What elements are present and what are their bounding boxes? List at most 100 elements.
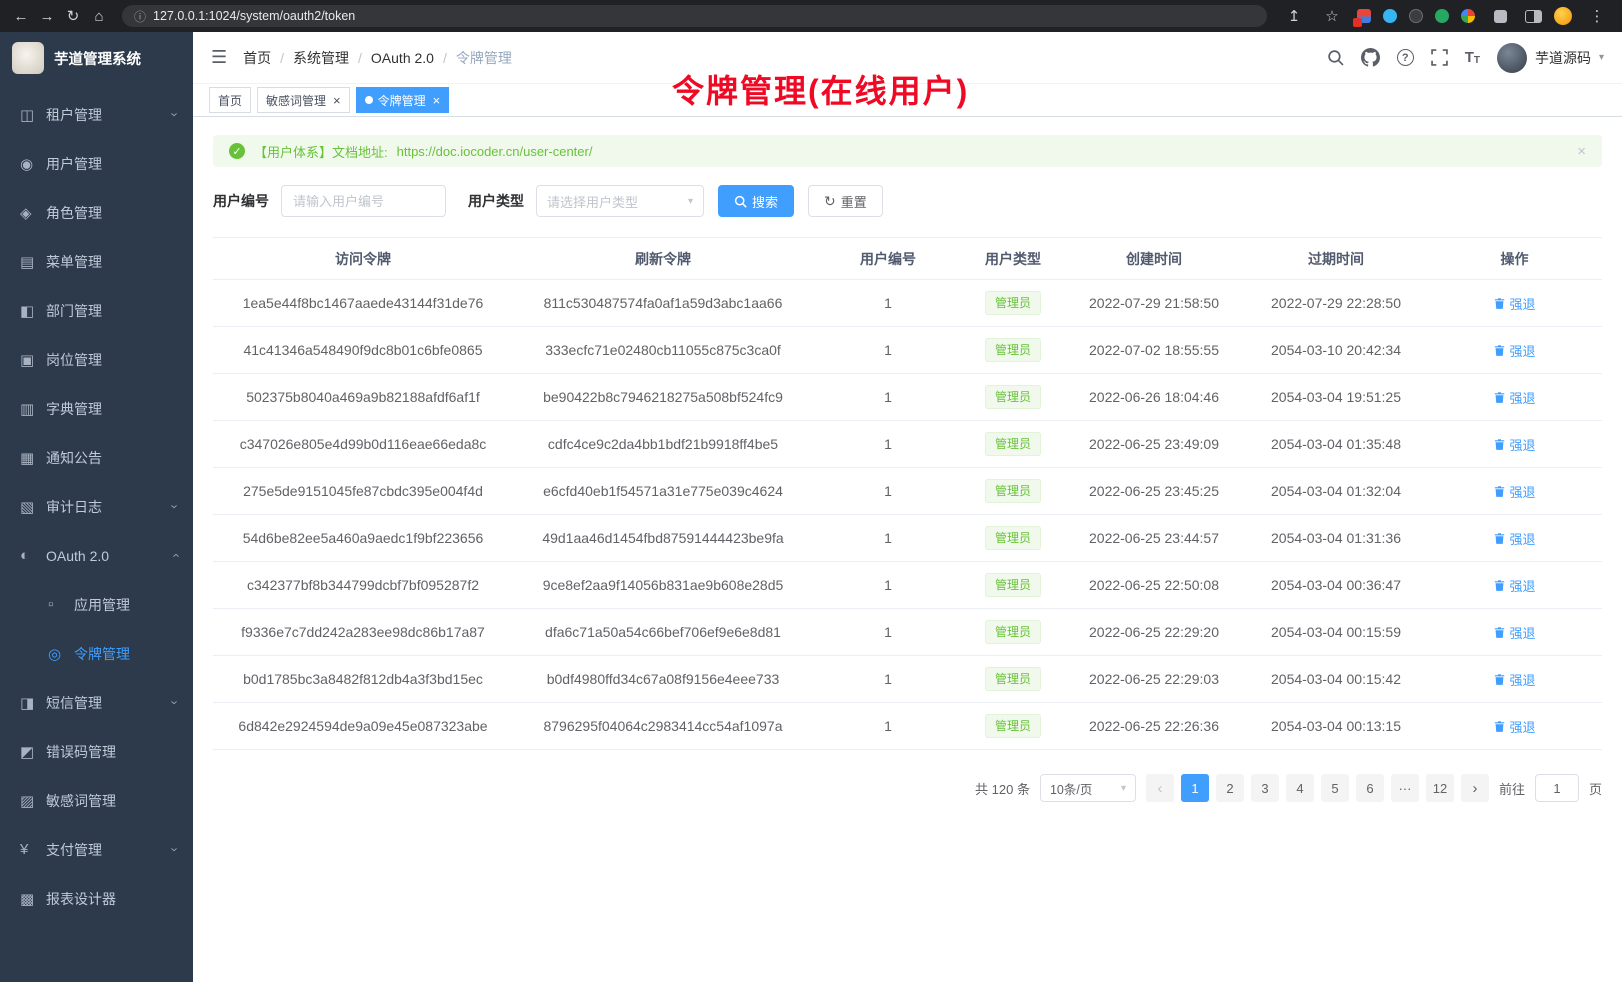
breadcrumb-item[interactable]: 系统管理 [293, 48, 349, 68]
page-button[interactable]: 4 [1286, 774, 1314, 802]
force-logout-button[interactable]: 强退 [1493, 294, 1535, 313]
column-header: 操作 [1427, 238, 1602, 280]
sidebar-item[interactable]: ◨短信管理› [0, 678, 193, 727]
page-button[interactable]: 2 [1216, 774, 1244, 802]
extension-icon-4[interactable] [1435, 9, 1449, 23]
page-button[interactable]: 12 [1426, 774, 1454, 802]
page-buttons: ‹123456···12› [1146, 774, 1489, 802]
breadcrumb-item: 令牌管理 [456, 48, 512, 68]
font-size-icon[interactable]: TT [1465, 49, 1480, 66]
force-logout-button[interactable]: 强退 [1493, 670, 1535, 689]
force-logout-button[interactable]: 强退 [1493, 576, 1535, 595]
sidebar-item[interactable]: ◉用户管理 [0, 139, 193, 188]
force-logout-button[interactable]: 强退 [1493, 717, 1535, 736]
user-menu[interactable]: 芋道源码 ▾ [1497, 43, 1604, 73]
force-logout-button[interactable]: 强退 [1493, 341, 1535, 360]
force-logout-button[interactable]: 强退 [1493, 388, 1535, 407]
prev-page-button[interactable]: ‹ [1146, 774, 1174, 802]
browser-menu-icon[interactable]: ⋮ [1584, 4, 1610, 28]
app-logo[interactable]: 芋道管理系统 [0, 32, 193, 84]
sidebar-item[interactable]: ◈角色管理 [0, 188, 193, 237]
more-pages-button[interactable]: ··· [1391, 774, 1419, 802]
sidebar-item[interactable]: ◐OAuth 2.0› [0, 531, 193, 580]
user-type-select[interactable]: 请选择用户类型 ▾ [536, 185, 704, 217]
page-size-select[interactable]: 10条/页 ▾ [1040, 774, 1136, 802]
page-button[interactable]: 1 [1181, 774, 1209, 802]
chevron-down-icon: › [167, 112, 182, 116]
user-id-input[interactable] [281, 185, 446, 217]
sidebar-item[interactable]: ▧审计日志› [0, 482, 193, 531]
extension-icon-1[interactable] [1357, 9, 1371, 23]
force-logout-button[interactable]: 强退 [1493, 482, 1535, 501]
breadcrumb-item[interactable]: OAuth 2.0 [371, 50, 434, 66]
alert-close-icon[interactable]: × [1577, 143, 1586, 160]
search-button[interactable]: 搜索 [718, 185, 794, 217]
tab-close-icon[interactable]: × [333, 94, 341, 107]
sidebar-item[interactable]: ▣岗位管理 [0, 335, 193, 384]
page-button[interactable]: 3 [1251, 774, 1279, 802]
page-button[interactable]: 5 [1321, 774, 1349, 802]
sidebar-item[interactable]: ◎令牌管理 [0, 629, 193, 678]
site-info-icon[interactable]: ⓘ [134, 8, 146, 25]
column-header: 刷新令牌 [513, 238, 813, 280]
user-id-cell: 1 [813, 656, 963, 703]
search-icon[interactable] [1327, 49, 1344, 66]
refresh-token-cell: 9ce8ef2aa9f14056b831ae9b608e28d5 [513, 562, 813, 609]
goto-page-input[interactable] [1535, 774, 1579, 802]
address-bar[interactable]: ⓘ 127.0.0.1:1024/system/oauth2/token [122, 5, 1267, 27]
sidebar-item[interactable]: ▫应用管理 [0, 580, 193, 629]
sidebar-item[interactable]: ◫租户管理› [0, 90, 193, 139]
force-logout-button[interactable]: 强退 [1493, 623, 1535, 642]
next-page-button[interactable]: › [1461, 774, 1489, 802]
sidebar-item[interactable]: ◧部门管理 [0, 286, 193, 335]
user-type-placeholder: 请选择用户类型 [547, 192, 638, 211]
force-logout-button[interactable]: 强退 [1493, 435, 1535, 454]
sidebar-item[interactable]: ▩报表设计器 [0, 874, 193, 923]
force-logout-button[interactable]: 强退 [1493, 529, 1535, 548]
home-button[interactable]: ⌂ [86, 4, 112, 28]
reset-button[interactable]: ↻ 重置 [808, 185, 883, 217]
extensions-puzzle-icon[interactable] [1487, 4, 1513, 28]
tagview-tab[interactable]: 令牌管理× [356, 87, 450, 113]
sensitive-word-icon: ▨ [20, 792, 44, 810]
create-time-cell: 2022-06-25 22:29:20 [1063, 609, 1245, 656]
create-time-cell: 2022-06-25 23:44:57 [1063, 515, 1245, 562]
share-icon[interactable]: ↥ [1281, 4, 1307, 28]
access-token-cell: c342377bf8b344799dcbf7bf095287f2 [213, 562, 513, 609]
help-icon[interactable]: ? [1397, 49, 1414, 66]
extension-icon-2[interactable] [1383, 9, 1397, 23]
create-time-cell: 2022-06-25 22:50:08 [1063, 562, 1245, 609]
sidebar-item[interactable]: ◩错误码管理 [0, 727, 193, 776]
sidebar-item[interactable]: ▦通知公告 [0, 433, 193, 482]
browser-chrome: ← → ↻ ⌂ ⓘ 127.0.0.1:1024/system/oauth2/t… [0, 0, 1622, 32]
tab-close-icon[interactable]: × [433, 94, 441, 107]
browser-profile-avatar[interactable] [1554, 7, 1572, 25]
tagview-tab[interactable]: 敏感词管理× [257, 87, 350, 113]
goto-suffix: 页 [1589, 779, 1602, 798]
bookmark-star-icon[interactable]: ☆ [1319, 4, 1345, 28]
user-type-badge: 管理员 [985, 385, 1041, 409]
extension-icon-5[interactable] [1461, 9, 1475, 23]
extension-icon-3[interactable] [1409, 9, 1423, 23]
tagview-tab[interactable]: 首页 [209, 87, 251, 113]
sidebar-item[interactable]: ▨敏感词管理 [0, 776, 193, 825]
table-row: 275e5de9151045fe87cbdc395e004f4de6cfd40e… [213, 468, 1602, 515]
sidebar-item[interactable]: ▥字典管理 [0, 384, 193, 433]
table-row: 502375b8040a469a9b82188afdf6af1fbe90422b… [213, 374, 1602, 421]
page-button[interactable]: 6 [1356, 774, 1384, 802]
table-row: 54d6be82ee5a460a9aedc1f9bf22365649d1aa46… [213, 515, 1602, 562]
sidebar-item[interactable]: ▤菜单管理 [0, 237, 193, 286]
forward-button[interactable]: → [34, 4, 60, 28]
sidebar-item[interactable]: ¥支付管理› [0, 825, 193, 874]
split-view-icon[interactable] [1525, 10, 1542, 23]
back-button[interactable]: ← [8, 4, 34, 28]
sidebar-toggle-icon[interactable]: ☰ [211, 47, 227, 68]
app-window: 芋道管理系统 ◫租户管理›◉用户管理◈角色管理▤菜单管理◧部门管理▣岗位管理▥字… [0, 32, 1622, 982]
breadcrumb-item[interactable]: 首页 [243, 48, 271, 68]
fullscreen-icon[interactable] [1431, 49, 1448, 66]
reload-button[interactable]: ↻ [60, 4, 86, 28]
doc-link[interactable]: https://doc.iocoder.cn/user-center/ [397, 144, 593, 159]
notice-icon: ▦ [20, 449, 44, 467]
github-icon[interactable] [1361, 48, 1380, 67]
chevron-down-icon: › [167, 504, 182, 508]
